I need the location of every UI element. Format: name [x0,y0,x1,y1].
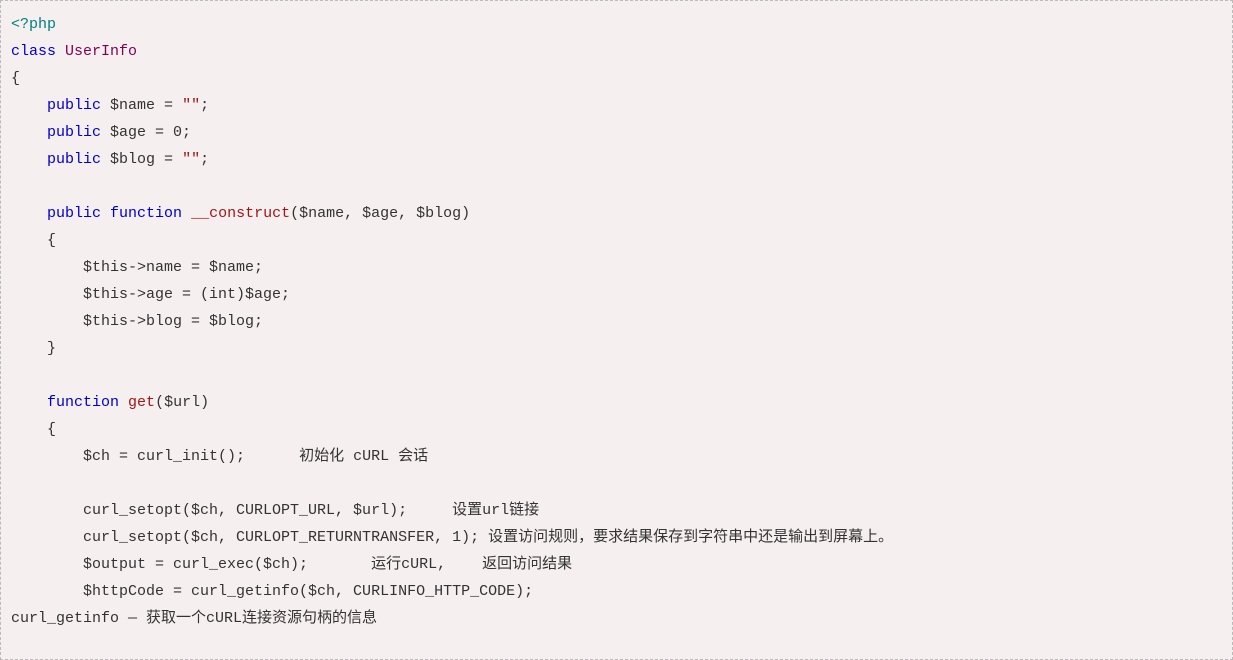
code-pre: <?php class UserInfo { public $name = ""… [11,11,1222,632]
code-text: $output = curl_exec($ch); [83,556,308,573]
code-text: ($url) [155,394,209,411]
brace-open: { [47,232,56,249]
brace-open: { [11,70,20,87]
code-text: $blog = [110,151,182,168]
code-text: ; [200,97,209,114]
code-text: curl_setopt($ch, CURLOPT_URL, $url); [83,502,407,519]
token-string: "" [182,151,200,168]
token-string: "" [182,97,200,114]
token-construct: __construct [191,205,290,222]
comment-text: 设置url链接 [452,502,539,519]
brace-open: { [47,421,56,438]
comment-text: 初始化 cURL 会话 [299,448,428,465]
comment-text: 运行cURL, [371,556,446,573]
code-text: ($name, $age, $blog) [290,205,470,222]
code-text: curl_setopt($ch, CURLOPT_RETURNTRANSFER,… [83,529,479,546]
brace-close: } [47,340,56,357]
code-text: $ch = curl_init(); [83,448,245,465]
token-function: function [47,394,119,411]
comment-text: 返回访问结果 [482,556,572,573]
token-function: function [110,205,182,222]
token-get: get [128,394,155,411]
code-text: $this->blog = $blog; [83,313,263,330]
code-block: <?php class UserInfo { public $name = ""… [0,0,1233,660]
token-public: public [47,205,101,222]
token-public: public [47,151,101,168]
code-text: ; [200,151,209,168]
token-php-open: <?php [11,16,56,33]
token-class: class [11,43,56,60]
code-text: $age = 0; [110,124,191,141]
token-public: public [47,124,101,141]
code-text: $httpCode = curl_getinfo($ch, CURLINFO_H… [83,583,533,600]
token-classname: UserInfo [65,43,137,60]
code-text: $this->age = (int)$age; [83,286,290,303]
code-text: curl_getinfo — 获取一个cURL连接资源句柄的信息 [11,610,377,627]
code-text: $this->name = $name; [83,259,263,276]
code-text: $name = [110,97,182,114]
comment-text: 设置访问规则，要求结果保存到字符串中还是输出到屏幕上。 [479,529,893,546]
token-public: public [47,97,101,114]
